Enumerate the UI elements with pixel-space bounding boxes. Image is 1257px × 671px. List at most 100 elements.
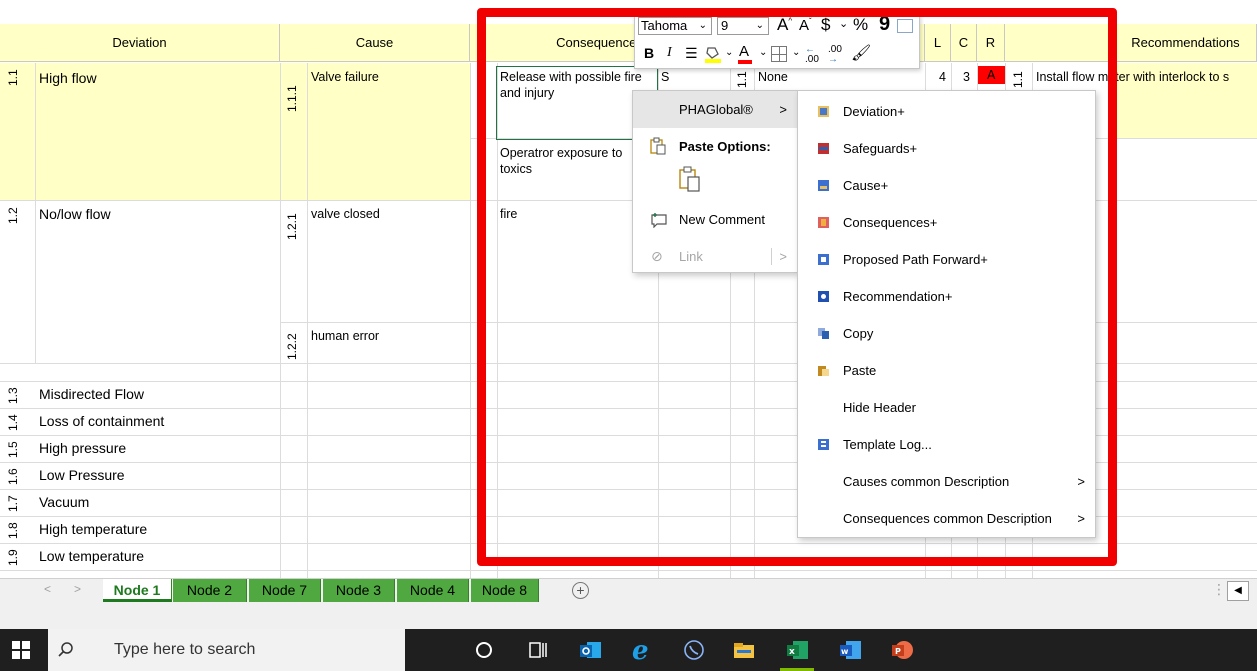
- tab-node-7[interactable]: Node 7: [249, 579, 321, 602]
- paste-button[interactable]: [677, 166, 705, 196]
- deviation-cell[interactable]: High pressure: [39, 440, 126, 456]
- comment-icon: [651, 213, 667, 228]
- submenu-item-consequences[interactable]: Consequences+: [798, 204, 1095, 241]
- format-painter-icon[interactable]: 🖌: [851, 43, 871, 63]
- scroll-left-button[interactable]: ◀: [1227, 581, 1249, 601]
- menu-item-new-comment[interactable]: New Comment: [633, 201, 797, 238]
- grid-line: [35, 63, 36, 363]
- submenu-item-paste[interactable]: Paste: [798, 352, 1095, 389]
- tab-node-8[interactable]: Node 8: [471, 579, 539, 602]
- font-color-swatch: [738, 60, 752, 64]
- submenu-item-consequences-common-description[interactable]: Consequences common Description >: [798, 500, 1095, 537]
- c-value-cell[interactable]: 3: [963, 69, 970, 85]
- deviation-icon: [818, 106, 829, 117]
- deviation-cell[interactable]: High temperature: [39, 521, 147, 537]
- deviation-cell[interactable]: Low temperature: [39, 548, 144, 564]
- phone-app-icon[interactable]: [682, 638, 706, 662]
- submenu-item-hide-header[interactable]: Hide Header: [798, 389, 1095, 426]
- task-view-icon[interactable]: [526, 638, 550, 662]
- severity-cell[interactable]: S: [661, 69, 669, 85]
- header-deviation[interactable]: Deviation: [0, 24, 280, 62]
- deviation-cell[interactable]: Low Pressure: [39, 467, 125, 483]
- header-l[interactable]: L: [925, 24, 951, 62]
- submenu-item-cause[interactable]: Cause+: [798, 167, 1095, 204]
- svg-text:w: w: [841, 647, 849, 656]
- decrease-font-button[interactable]: Aˇ: [799, 17, 812, 34]
- safeguard-cell[interactable]: None: [758, 69, 788, 85]
- deviation-cell[interactable]: High flow: [39, 70, 97, 86]
- row-number: 1.8: [6, 522, 20, 539]
- add-sheet-icon[interactable]: +: [572, 582, 589, 599]
- l-value-cell[interactable]: 4: [939, 69, 946, 85]
- percent-button[interactable]: %: [853, 15, 868, 35]
- deviation-cell[interactable]: Misdirected Flow: [39, 386, 144, 402]
- submenu-item-recommendation[interactable]: Recommendation+: [798, 278, 1095, 315]
- italic-button[interactable]: I: [667, 45, 672, 61]
- recommendation-cell[interactable]: Install flow meter with interlock to s: [1036, 69, 1229, 85]
- deviation-cell[interactable]: Loss of containment: [39, 413, 164, 429]
- tab-node-3[interactable]: Node 3: [323, 579, 395, 602]
- decrease-decimal-button[interactable]: .00 →: [828, 45, 842, 65]
- fill-color-button[interactable]: [705, 45, 721, 63]
- submenu-item-label: Causes common Description: [843, 474, 1010, 489]
- chevron-down-icon[interactable]: ⌄: [725, 47, 733, 58]
- cause-cell[interactable]: valve closed: [311, 206, 380, 222]
- consequence-cell[interactable]: Release with possible fire and injury: [500, 69, 642, 101]
- consequence-text: and injury: [500, 86, 555, 100]
- taskbar-search-box[interactable]: Type here to search: [48, 629, 405, 671]
- header-r[interactable]: R: [977, 24, 1005, 62]
- file-explorer-icon[interactable]: [732, 638, 756, 662]
- tab-node-1[interactable]: Node 1: [103, 579, 172, 602]
- internet-explorer-icon[interactable]: e: [630, 638, 654, 662]
- chevron-down-icon[interactable]: ⌄: [792, 47, 800, 58]
- word-icon[interactable]: w: [838, 638, 862, 662]
- menu-item-link[interactable]: ⊘ Link >: [633, 238, 797, 275]
- deviation-cell[interactable]: Vacuum: [39, 494, 89, 510]
- tab-node-4[interactable]: Node 4: [397, 579, 469, 602]
- submenu-item-template-log[interactable]: Template Log...: [798, 426, 1095, 463]
- scroll-left-icon[interactable]: <: [44, 582, 51, 596]
- align-center-icon[interactable]: ☰: [685, 45, 698, 62]
- consequence-cell[interactable]: fire: [500, 206, 517, 222]
- header-recommendations[interactable]: Recommendations: [1115, 24, 1257, 62]
- cortana-icon[interactable]: [472, 638, 496, 662]
- cause-cell[interactable]: human error: [311, 328, 379, 344]
- font-name-select[interactable]: Tahoma ⌄: [638, 17, 712, 35]
- borders-icon[interactable]: [771, 46, 787, 62]
- font-size-select[interactable]: 9 ⌄: [717, 17, 769, 35]
- increase-decimal-button[interactable]: ← .00: [805, 45, 819, 65]
- submenu-item-proposed-path-forward[interactable]: Proposed Path Forward+: [798, 241, 1095, 278]
- chevron-down-icon[interactable]: ⌄: [839, 17, 848, 30]
- chevron-down-icon[interactable]: ⌄: [759, 47, 767, 58]
- tab-splitter-icon[interactable]: ⋮: [1212, 581, 1226, 598]
- merge-cells-icon[interactable]: [897, 19, 913, 33]
- scroll-right-icon[interactable]: >: [74, 582, 81, 596]
- submenu-item-safeguards[interactable]: Safeguards+: [798, 130, 1095, 167]
- increase-font-button[interactable]: A^: [777, 15, 792, 35]
- submenu-item-copy[interactable]: Copy: [798, 315, 1095, 352]
- risk-rank-cell[interactable]: A: [978, 66, 1005, 84]
- bold-button[interactable]: B: [644, 45, 654, 61]
- comma-style-button[interactable]: 9: [879, 13, 890, 36]
- outlook-icon[interactable]: [578, 638, 602, 662]
- excel-icon[interactable]: x: [785, 638, 809, 662]
- consequence-cell[interactable]: Operatror exposure to toxics: [500, 145, 622, 177]
- submenu-item-causes-common-description[interactable]: Causes common Description >: [798, 463, 1095, 500]
- windows-start-icon[interactable]: [12, 641, 30, 659]
- powerpoint-icon[interactable]: P: [890, 638, 914, 662]
- menu-separator: [771, 248, 772, 265]
- cause-cell[interactable]: Valve failure: [311, 69, 379, 85]
- header-c[interactable]: C: [951, 24, 977, 62]
- consequence-number: 1.2.1.1: [478, 215, 489, 246]
- font-color-button[interactable]: A: [738, 43, 752, 64]
- deviation-cell[interactable]: No/low flow: [39, 206, 111, 222]
- header-cause[interactable]: Cause: [280, 24, 470, 62]
- currency-icon: $: [821, 15, 831, 34]
- tab-node-2[interactable]: Node 2: [173, 579, 247, 602]
- currency-button[interactable]: $: [821, 15, 830, 35]
- submenu-item-deviation[interactable]: Deviation+: [798, 93, 1095, 130]
- menu-item-phaglobal[interactable]: PHAGlobal® >: [633, 91, 797, 128]
- consequence-number: 1.1.1.2: [478, 147, 489, 178]
- grid-line: [307, 63, 308, 578]
- header-blank[interactable]: [1005, 24, 1115, 62]
